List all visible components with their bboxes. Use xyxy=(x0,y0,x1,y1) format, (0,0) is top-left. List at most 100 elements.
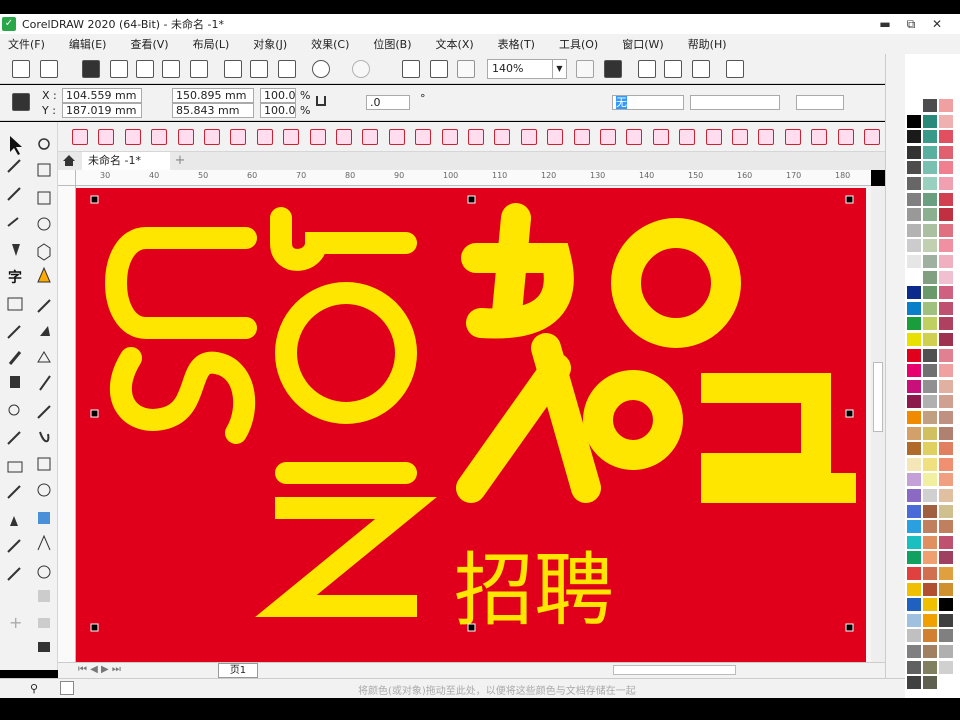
menu-edit[interactable]: 编辑(E) xyxy=(69,36,117,52)
palette-swatch[interactable] xyxy=(922,410,938,425)
palette-swatch[interactable] xyxy=(938,300,954,316)
palette-swatch[interactable] xyxy=(938,394,954,410)
palette-swatch[interactable] xyxy=(938,285,954,301)
import-icon[interactable] xyxy=(402,60,420,78)
selection-handle-ml[interactable] xyxy=(90,409,99,418)
text-tool-icon[interactable]: 字 xyxy=(8,269,22,286)
menu-view[interactable]: 查看(V) xyxy=(130,36,178,52)
palette-swatch[interactable] xyxy=(938,597,954,613)
palette-swatch[interactable] xyxy=(906,644,922,659)
y-position-field[interactable]: 187.019 mm xyxy=(62,103,142,118)
macro-button-icon[interactable] xyxy=(283,129,300,145)
palette-swatch[interactable] xyxy=(906,597,922,613)
pan-tool-icon[interactable] xyxy=(37,163,51,177)
palette-swatch[interactable] xyxy=(922,534,938,550)
palette-swatch[interactable] xyxy=(922,113,938,129)
palette-swatch[interactable] xyxy=(938,628,954,644)
palette-swatch[interactable] xyxy=(906,410,922,425)
outline-style-select[interactable] xyxy=(690,95,780,110)
menu-table[interactable]: 表格(T) xyxy=(498,36,545,52)
macro-button-icon[interactable] xyxy=(864,129,880,145)
palette-swatch[interactable] xyxy=(906,425,922,441)
height-field[interactable]: 85.843 mm xyxy=(172,103,254,118)
palette-swatch[interactable] xyxy=(906,238,922,254)
pen-tool-icon[interactable] xyxy=(12,244,20,256)
palette-swatch[interactable] xyxy=(922,363,938,379)
distort-tool-icon[interactable] xyxy=(7,567,21,581)
parallel-dimension-tool-icon[interactable] xyxy=(37,266,51,283)
blend-tool-icon[interactable] xyxy=(7,485,21,499)
outline-pen-icon[interactable] xyxy=(38,618,50,628)
ruler-origin[interactable] xyxy=(58,170,76,186)
restore-button[interactable]: ⧉ xyxy=(898,17,924,32)
palette-swatch[interactable] xyxy=(938,269,954,285)
print-icon[interactable] xyxy=(190,60,208,78)
horizontal-scroll-thumb[interactable] xyxy=(613,665,736,675)
minimize-button[interactable]: ▬ xyxy=(872,17,898,31)
palette-swatch[interactable] xyxy=(906,191,922,207)
palette-swatch[interactable] xyxy=(906,363,922,379)
close-button[interactable]: ✕ xyxy=(924,17,950,31)
palette-swatch[interactable] xyxy=(938,581,954,597)
palette-swatch[interactable] xyxy=(906,316,922,332)
palette-swatch[interactable] xyxy=(906,160,922,176)
palette-swatch[interactable] xyxy=(938,534,954,550)
palette-swatch[interactable] xyxy=(938,160,954,176)
reference-point-icon[interactable] xyxy=(12,93,30,111)
selection-handle-bc[interactable] xyxy=(467,623,476,632)
launch-icon[interactable] xyxy=(726,60,744,78)
selection-handle-tc[interactable] xyxy=(467,195,476,204)
palette-swatch[interactable] xyxy=(938,425,954,441)
palette-swatch[interactable] xyxy=(938,566,954,581)
pick-tool-icon[interactable] xyxy=(10,136,22,155)
spiral-tool-icon[interactable] xyxy=(39,431,50,443)
macro-button-icon[interactable] xyxy=(600,129,616,145)
palette-swatch[interactable] xyxy=(938,316,954,332)
palette-swatch[interactable] xyxy=(938,207,954,223)
add-tool-icon[interactable]: + xyxy=(9,613,22,632)
palette-swatch[interactable] xyxy=(922,285,938,301)
table-tool-icon[interactable] xyxy=(7,297,23,311)
macro-button-icon[interactable] xyxy=(679,129,696,145)
palette-swatch[interactable] xyxy=(922,644,938,659)
macro-button-icon[interactable] xyxy=(811,129,828,145)
macro-button-icon[interactable] xyxy=(177,129,194,145)
full-screen-icon[interactable] xyxy=(576,60,594,78)
palette-swatch[interactable] xyxy=(922,176,938,191)
palette-swatch[interactable] xyxy=(922,581,938,597)
extrude-tool-icon[interactable] xyxy=(37,483,51,497)
macro-button-icon[interactable] xyxy=(204,129,220,145)
artboard[interactable]: 招聘 xyxy=(76,188,866,662)
macro-button-icon[interactable] xyxy=(732,129,748,145)
palette-swatch[interactable] xyxy=(906,98,922,113)
macro-button-icon[interactable] xyxy=(758,129,775,145)
fill-indicator-icon[interactable] xyxy=(38,642,50,652)
screen-capture-icon[interactable] xyxy=(7,461,23,473)
snap-to-icon[interactable] xyxy=(638,60,656,78)
ellipse-tool-icon[interactable] xyxy=(37,217,51,231)
menu-file[interactable]: 文件(F) xyxy=(8,36,55,52)
x-position-field[interactable]: 104.559 mm xyxy=(62,88,142,103)
palette-swatch[interactable] xyxy=(938,659,954,675)
line-end-select[interactable] xyxy=(796,95,844,110)
pdf-export-icon[interactable] xyxy=(110,60,128,78)
palette-swatch[interactable] xyxy=(906,222,922,238)
palette-swatch[interactable] xyxy=(922,597,938,613)
macro-button-icon[interactable] xyxy=(336,129,352,145)
palette-swatch[interactable] xyxy=(938,129,954,145)
join-us-vertical-text[interactable] xyxy=(105,207,437,617)
spiral-ring-icon[interactable] xyxy=(37,565,51,579)
transparency-tool-icon[interactable] xyxy=(7,325,21,339)
macro-button-icon[interactable] xyxy=(441,129,458,145)
palette-swatch[interactable] xyxy=(922,144,938,160)
palette-swatch[interactable] xyxy=(938,113,954,129)
smart-drawing-tool-icon[interactable] xyxy=(7,217,19,227)
palette-swatch[interactable] xyxy=(922,550,938,566)
macro-button-icon[interactable] xyxy=(388,129,405,145)
selection-handle-mr[interactable] xyxy=(845,409,854,418)
export-icon[interactable] xyxy=(430,60,448,78)
shape-tool-icon[interactable] xyxy=(7,159,21,173)
open-icon[interactable] xyxy=(40,60,58,78)
chevron-down-icon[interactable]: ▼ xyxy=(552,60,566,78)
scale-height-field[interactable]: 100.0 xyxy=(260,103,296,118)
